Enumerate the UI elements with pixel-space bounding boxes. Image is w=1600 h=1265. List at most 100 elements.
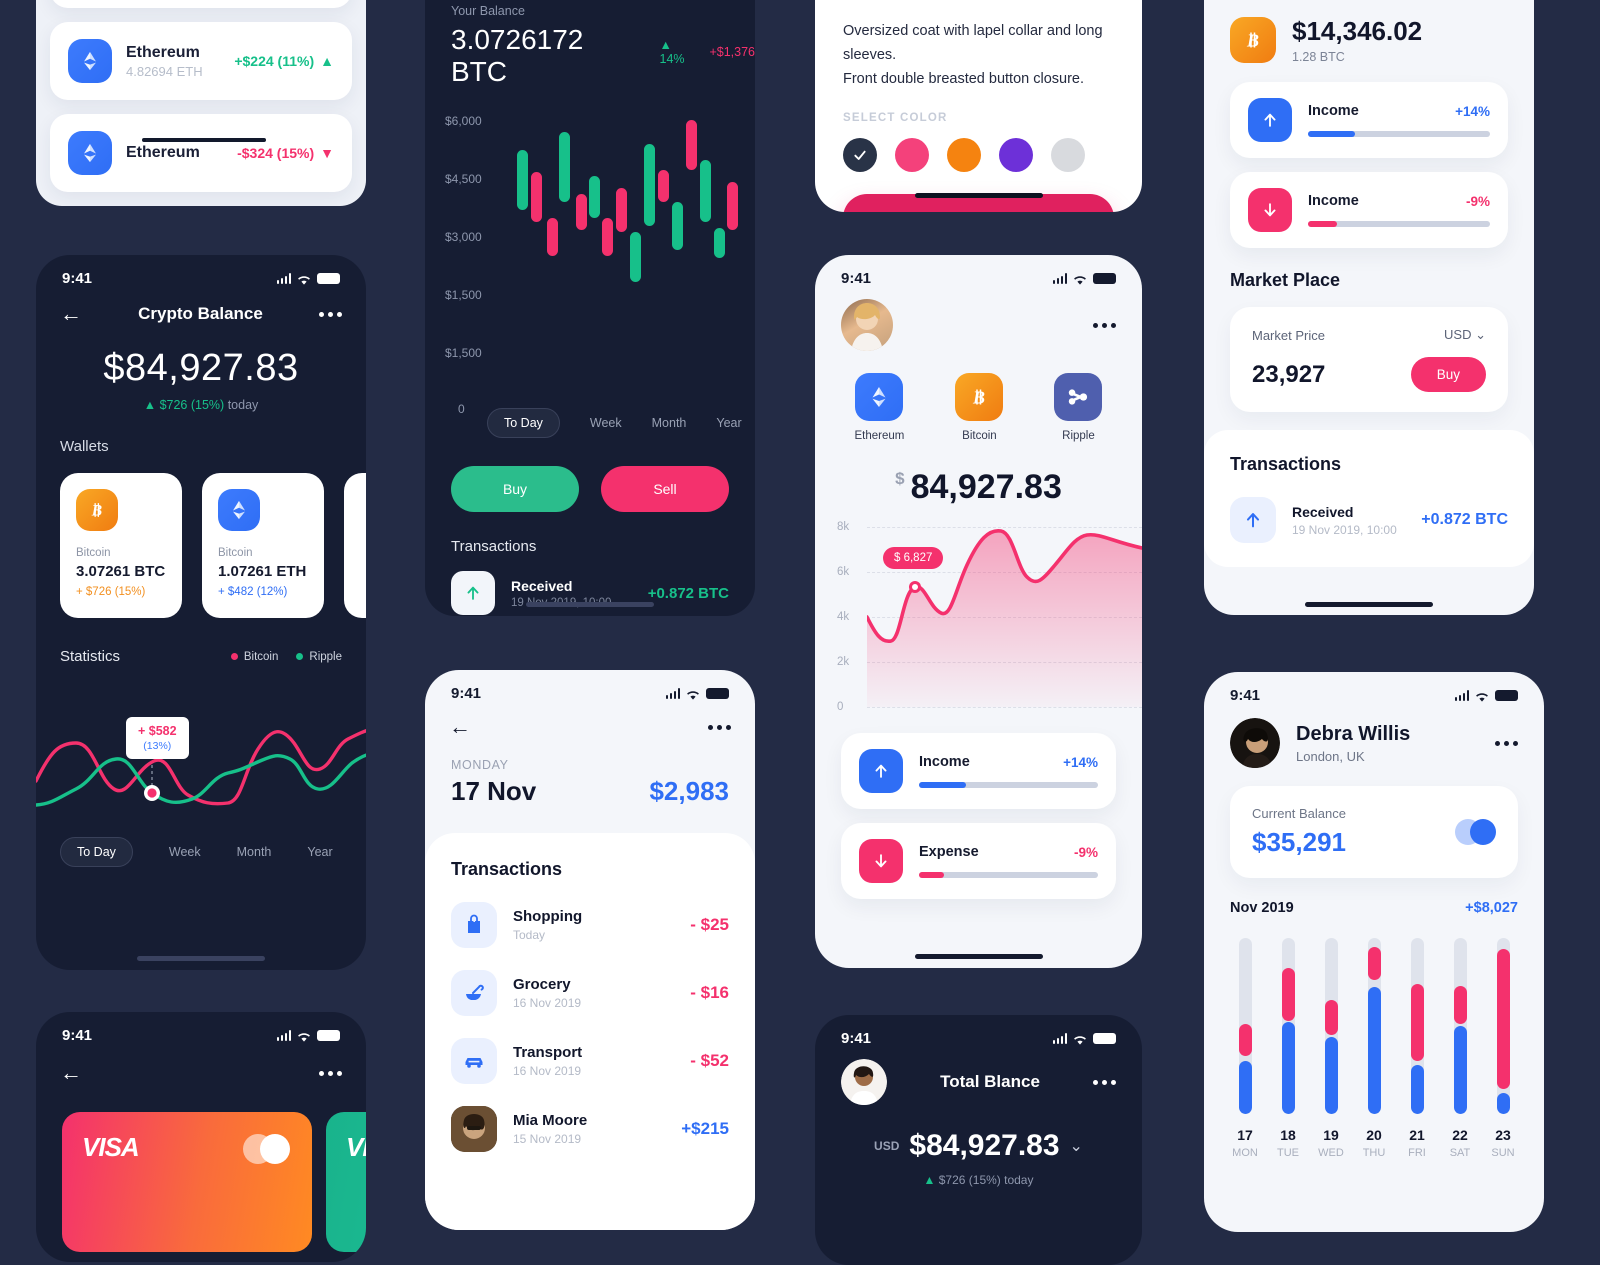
credit-card-visa[interactable]: VISA [62, 1112, 312, 1252]
tooltip-percent: (13%) [143, 740, 172, 752]
expense-card[interactable]: Expense -9% [841, 823, 1116, 899]
transaction-row[interactable]: Shopping Today - $25 [451, 902, 729, 948]
expense-card[interactable]: Income -9% [1230, 172, 1508, 248]
more-options-icon[interactable] [319, 1070, 342, 1076]
expense-body: Expense -9% [919, 844, 1098, 878]
wallet-card[interactable]: B Bitcoin 3.07261 BTC + $726 (15%) [60, 473, 182, 618]
home-indicator [914, 954, 1043, 959]
tab-to-day[interactable]: To Day [60, 837, 133, 867]
sell-button[interactable]: Sell [601, 466, 729, 512]
total-amount: $84,927.83 [909, 1129, 1060, 1162]
tab-month[interactable]: Month [652, 416, 687, 430]
income-card[interactable]: Income +14% [1230, 82, 1508, 158]
bar-column[interactable]: 22 SAT [1445, 938, 1475, 1159]
buy-button[interactable]: Buy [451, 466, 579, 512]
wallet-label: Bitcoin [218, 547, 253, 559]
bar-column[interactable]: 19 WED [1316, 938, 1346, 1159]
tab-to-day[interactable]: To Day [487, 408, 560, 438]
swatch-selected[interactable] [843, 137, 877, 172]
coin-option-bitcoin[interactable]: B Bitcoin [955, 373, 1004, 442]
y-tick-label: 6k [837, 566, 850, 578]
transaction-row[interactable]: Received 19 Nov 2019, 10:00 +0.872 BTC [1230, 497, 1508, 543]
bar-date: 22 [1452, 1127, 1468, 1143]
product-card: Oversized coat with lapel collar and lon… [815, 0, 1142, 212]
swatch-orange[interactable] [947, 137, 981, 172]
bar-date: 19 [1323, 1127, 1339, 1143]
bar-column[interactable]: 18 TUE [1273, 938, 1303, 1159]
transaction-row[interactable]: Transport 16 Nov 2019 - $52 [451, 1038, 729, 1084]
candlestick-panel: Your Balance 3.0726172 BTC ▲ 14% +$1,376… [425, 0, 755, 616]
buy-button[interactable]: Buy [1410, 357, 1486, 392]
currency-selector[interactable]: USD ⌄ [1444, 327, 1486, 343]
chevron-down-icon[interactable]: ⌄ [1070, 1136, 1083, 1156]
y-tick-label: $4,500 [445, 172, 482, 186]
coin-option-ethereum[interactable]: Ethereum [855, 373, 904, 442]
chevron-down-icon: ⌄ [1475, 327, 1486, 342]
legend-label: Bitcoin [243, 650, 279, 663]
transaction-name: Transport [513, 1044, 583, 1061]
battery-icon [1093, 272, 1116, 284]
balance-toggle[interactable] [1455, 819, 1496, 845]
arrow-up-icon [1248, 98, 1292, 142]
candlestick-chart: $6,000 $4,500 $3,000 $1,500 $1,500 0 [425, 110, 755, 416]
bar-column[interactable]: 23 SUN [1488, 938, 1518, 1159]
expense-body: Income -9% [1308, 193, 1490, 227]
day-amount: $2,983 [649, 776, 729, 806]
income-card[interactable]: Income +14% [841, 733, 1116, 809]
coin-row[interactable]: Ripple 0.25395 BTC -$216 (12%) ▼ [50, 0, 352, 8]
expense-label: Income [1308, 193, 1359, 209]
swatch-pink[interactable] [895, 137, 929, 172]
signal-icon [665, 687, 680, 699]
balance-amount: 3.0726172 BTC [451, 24, 584, 87]
transaction-row[interactable]: Grocery 16 Nov 2019 - $16 [451, 970, 729, 1016]
tab-month[interactable]: Month [237, 845, 272, 859]
swatch-grey[interactable] [1051, 137, 1085, 172]
avatar[interactable] [841, 299, 893, 351]
back-button[interactable]: ← [60, 1062, 82, 1084]
status-icons [276, 272, 340, 285]
more-options-icon[interactable] [1495, 740, 1518, 746]
tab-year[interactable]: Year [307, 845, 332, 859]
transaction-name: Received [1292, 503, 1354, 520]
coin-name: Ethereum [126, 144, 200, 161]
shopping-bag-icon [451, 902, 497, 948]
more-options-icon[interactable] [1092, 1079, 1116, 1085]
home-indicator [1305, 602, 1433, 607]
bar-column[interactable]: 17 MON [1230, 938, 1260, 1159]
coin-row[interactable]: Ethereum 4.82694 ETH +$224 (11%) ▲ [50, 22, 352, 100]
y-tick-label: 4k [837, 611, 850, 623]
cards-carousel[interactable]: VISA VISA [36, 1112, 366, 1252]
transaction-row[interactable]: Mia Moore 15 Nov 2019 +$215 [451, 1106, 729, 1152]
transaction-row[interactable]: Received 19 Nov 2019, 10:00 +0.872 BTC [425, 571, 755, 615]
wallet-card-partial[interactable] [344, 473, 366, 618]
bar-column[interactable]: 21 FRI [1402, 938, 1432, 1159]
tab-week[interactable]: Week [169, 845, 201, 859]
coin-option-ripple[interactable]: Ripple [1054, 373, 1103, 442]
income-body: Income +14% [919, 754, 1098, 788]
back-button[interactable]: ← [60, 303, 82, 325]
day-date: 17 Nov [451, 776, 537, 806]
transaction-amount: +$215 [681, 1119, 729, 1138]
status-time: 9:41 [451, 684, 482, 702]
credit-card-visa-secondary[interactable]: VISA [326, 1112, 366, 1252]
bar-column[interactable]: 20 THU [1359, 938, 1389, 1159]
back-button[interactable]: ← [449, 716, 471, 738]
market-price-body: 23,927 Buy [1252, 357, 1486, 392]
y-tick-label: $3,000 [445, 230, 482, 244]
more-options-icon[interactable] [318, 311, 342, 317]
wallet-card[interactable]: Bitcoin 1.07261 ETH + $482 (12%) [202, 473, 324, 618]
tab-year[interactable]: Year [716, 416, 741, 430]
avatar[interactable] [841, 1059, 887, 1105]
bar-track [1281, 938, 1295, 1114]
currency-symbol: $ [895, 469, 905, 488]
more-options-icon[interactable] [1093, 322, 1116, 328]
swatch-purple[interactable] [999, 137, 1033, 172]
arrow-up-icon [859, 749, 903, 793]
more-options-icon[interactable] [708, 724, 731, 730]
total-amount-row[interactable]: USD $84,927.83 ⌄ [815, 1129, 1142, 1163]
avatar[interactable] [1230, 718, 1280, 768]
tab-week[interactable]: Week [590, 416, 622, 430]
design-board: Ripple 0.25395 BTC -$216 (12%) ▼ Ethereu… [0, 0, 1600, 1265]
coin-row[interactable]: Ethereum -$324 (15%) ▼ [50, 114, 352, 192]
market-price-label: Market Price [1252, 327, 1325, 343]
